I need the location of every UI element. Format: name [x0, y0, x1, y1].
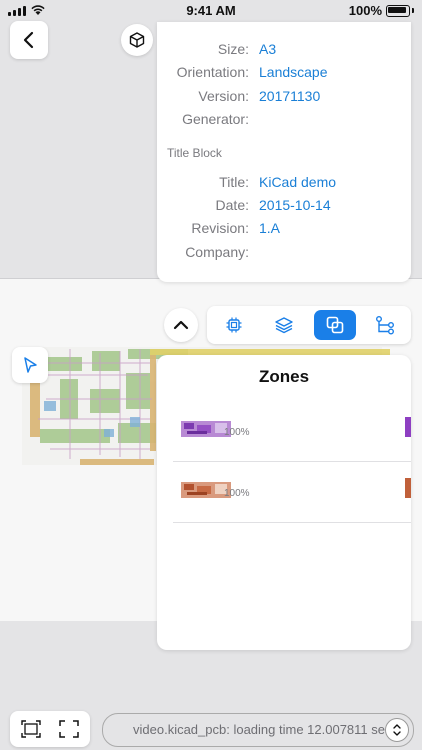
generator-label: Generator:	[182, 111, 249, 127]
date-label: Date:	[215, 197, 249, 213]
zones-icon	[326, 316, 344, 334]
zones-title: Zones	[258, 367, 310, 386]
document-info-card: Size: A3 Orientation: Landscape Version:…	[157, 22, 411, 282]
cursor-arrow-icon	[24, 357, 37, 373]
zone-fill-percent: 100%	[224, 488, 250, 499]
tab-layers[interactable]	[263, 310, 305, 340]
orientation-value: Landscape	[259, 64, 328, 80]
battery-percentage: 100%	[348, 3, 382, 18]
date-value: 2015-10-14	[259, 197, 331, 213]
revision-value: 1.A	[259, 220, 281, 236]
info-generator-row: Generator:	[157, 109, 411, 132]
zones-panel: Zones 100% 100%	[157, 355, 411, 650]
layers-icon	[275, 317, 293, 334]
zone-fill-percent: 100%	[224, 427, 250, 438]
size-label: Size:	[217, 41, 249, 57]
chevron-up-down-icon	[393, 724, 401, 736]
chip-icon	[226, 317, 242, 333]
title-label: Title:	[219, 174, 249, 190]
zone-color-swatch	[405, 417, 411, 437]
info-version-row: Version: 20171130	[157, 86, 411, 109]
cube-icon	[129, 32, 145, 48]
info-orientation-row: Orientation: Landscape	[157, 62, 411, 85]
zoom-fit-icon	[21, 720, 41, 738]
info-revision-row: Revision: 1.A	[157, 218, 411, 241]
zoom-to-fit-button[interactable]	[16, 714, 46, 744]
info-size-row: Size: A3	[157, 39, 411, 62]
info-date-row: Date: 2015-10-14	[157, 195, 411, 218]
status-message-bar: video.kicad_pcb: loading time 12.007811 …	[102, 713, 414, 747]
battery-icon	[386, 5, 410, 17]
status-message: video.kicad_pcb: loading time 12.007811 …	[133, 722, 392, 737]
version-label: Version:	[198, 88, 249, 104]
company-label: Company:	[185, 244, 249, 260]
nets-icon	[376, 316, 394, 335]
3d-view-button[interactable]	[121, 24, 153, 56]
collapse-panel-button[interactable]	[164, 308, 198, 342]
zone-row[interactable]: 100%	[173, 462, 411, 523]
tab-components[interactable]	[213, 310, 255, 340]
info-title-row: Title: KiCad demo	[157, 172, 411, 195]
status-stepper-button[interactable]	[385, 718, 409, 742]
select-mode-button[interactable]	[12, 347, 48, 383]
chevron-up-icon	[173, 320, 189, 330]
zone-row[interactable]: 100%	[173, 401, 411, 462]
zone-color-swatch	[405, 478, 411, 498]
revision-label: Revision:	[191, 220, 249, 236]
info-company-row: Company:	[157, 242, 411, 265]
fullscreen-icon	[59, 720, 79, 738]
tab-zones[interactable]	[314, 310, 356, 340]
version-value: 20171130	[259, 88, 321, 104]
orientation-label: Orientation:	[176, 64, 249, 80]
size-value: A3	[259, 41, 277, 57]
fullscreen-button[interactable]	[54, 714, 84, 744]
chevron-left-icon	[23, 31, 34, 49]
tab-nets[interactable]	[364, 310, 406, 340]
title-block-heading: Title Block	[167, 146, 222, 160]
back-button[interactable]	[10, 21, 48, 59]
panel-tab-bar	[207, 306, 411, 344]
title-value: KiCad demo	[259, 174, 337, 190]
status-bar: 9:41 AM 100%	[0, 0, 422, 22]
view-tools-group	[10, 711, 90, 747]
